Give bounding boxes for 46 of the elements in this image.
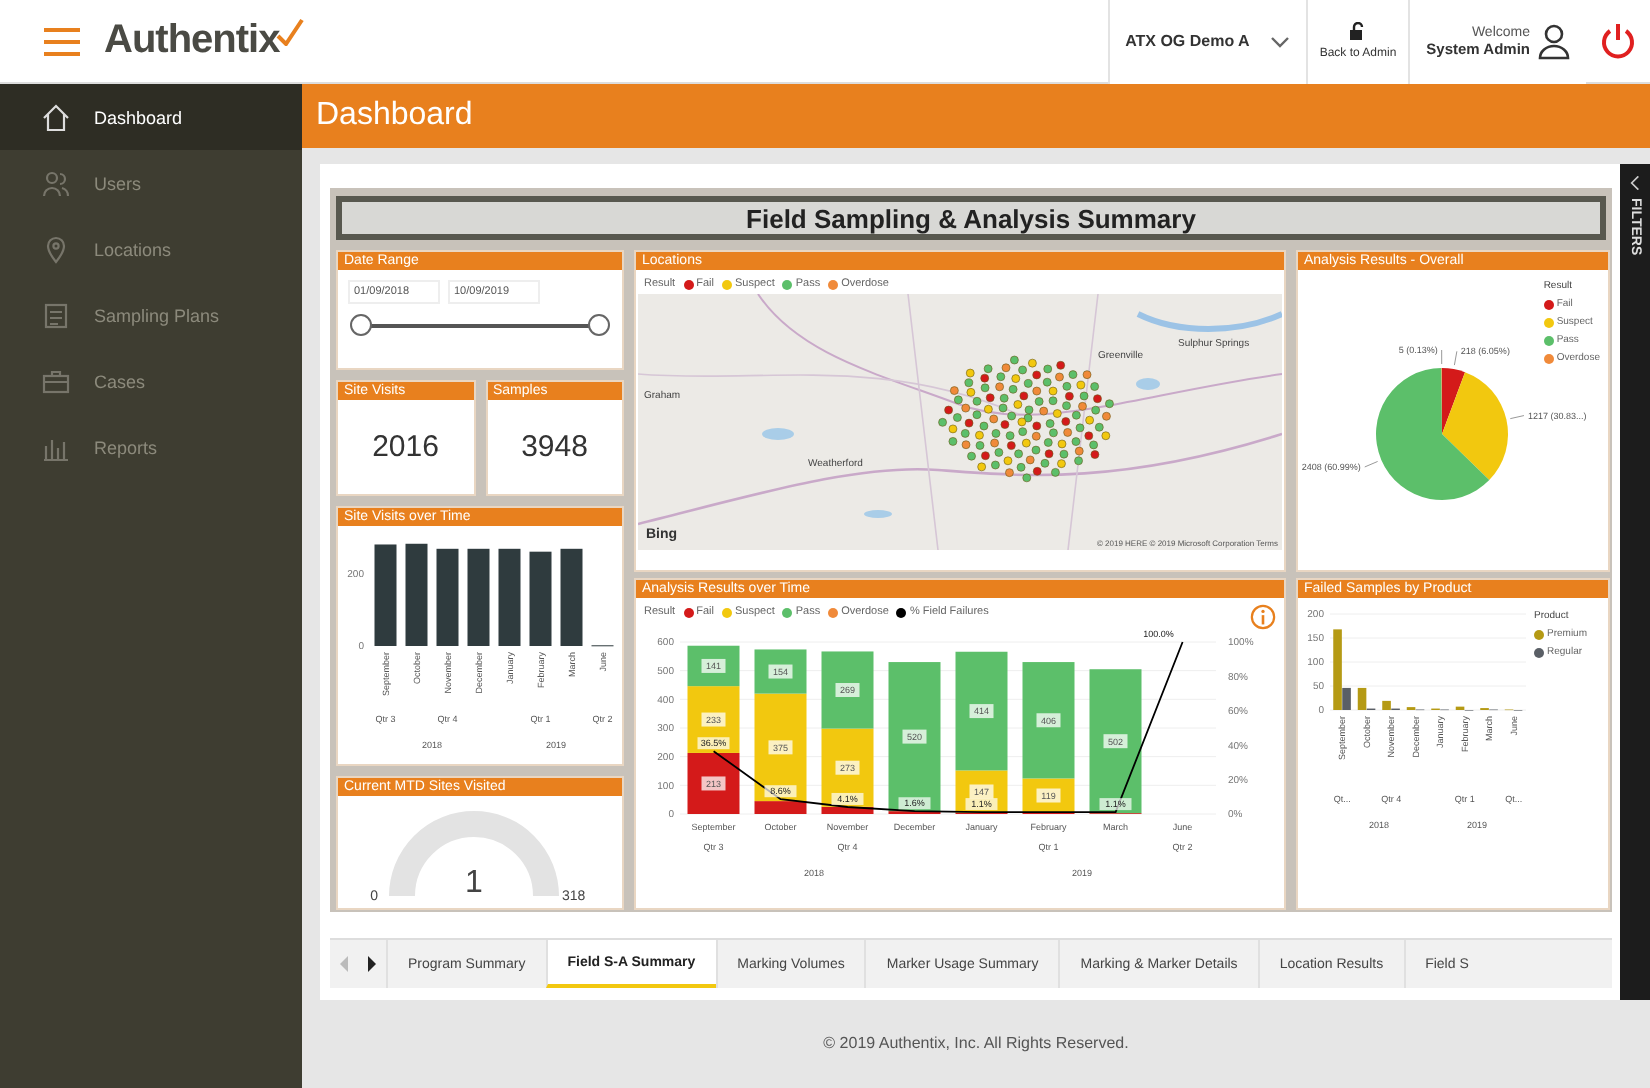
- next-arrow-icon[interactable]: [366, 956, 378, 972]
- legend-dot: [1543, 317, 1554, 327]
- leader-line: [1453, 350, 1458, 366]
- chevron-left-icon: [1630, 176, 1640, 190]
- page-title: Dashboard: [316, 98, 473, 134]
- kpi-value: 2016: [370, 428, 441, 468]
- briefcase-icon: [42, 367, 70, 395]
- legend-dot: [1534, 647, 1544, 657]
- sidebar-item[interactable]: Dashboard: [0, 84, 302, 150]
- copyright-text: © 2019 Authentix, Inc. All Rights Reserved.: [823, 1034, 1129, 1052]
- report-title: Field Sampling & Analysis Summary: [342, 202, 1600, 234]
- kpi-value: 3948: [519, 428, 590, 468]
- home-icon: [42, 103, 70, 131]
- power-icon[interactable]: [1598, 21, 1638, 61]
- leader-line: [1441, 349, 1443, 365]
- legend-dot: [1543, 299, 1554, 309]
- leader-line: [1364, 460, 1379, 468]
- user-icon[interactable]: [1538, 23, 1570, 59]
- list-icon: [42, 301, 70, 329]
- chart-bar: [821, 651, 874, 729]
- legend-dot: [1543, 335, 1554, 345]
- location-pin-icon: [42, 235, 70, 263]
- account-dropdown[interactable]: ATX OG Demo A: [1107, 0, 1306, 83]
- users-icon: [42, 169, 70, 197]
- legend-dot: [1543, 353, 1554, 363]
- chevron-down-icon: [1269, 35, 1290, 47]
- date-range-slider[interactable]: [350, 314, 610, 336]
- chart-bar: [498, 548, 521, 646]
- unlocked-padlock-icon: [1347, 22, 1368, 42]
- chart-bar: [374, 544, 397, 646]
- info-icon[interactable]: [1250, 604, 1276, 630]
- legend-dot: [828, 607, 839, 617]
- gauge-value: 1: [465, 866, 483, 900]
- chart-bar: [529, 551, 552, 646]
- legend-dot: [1534, 629, 1544, 639]
- chart-bar: [467, 548, 490, 646]
- legend-dot: [896, 607, 907, 617]
- logo-text: Authentix: [104, 18, 280, 64]
- leader-line: [1509, 415, 1525, 420]
- chart-bar: [436, 548, 459, 646]
- legend-dot: [721, 607, 732, 617]
- legend-dot: [683, 607, 694, 617]
- chart-bar: [560, 548, 583, 646]
- legend-dot: [782, 607, 793, 617]
- menu-icon[interactable]: [44, 27, 80, 55]
- chart-bar: [405, 543, 428, 646]
